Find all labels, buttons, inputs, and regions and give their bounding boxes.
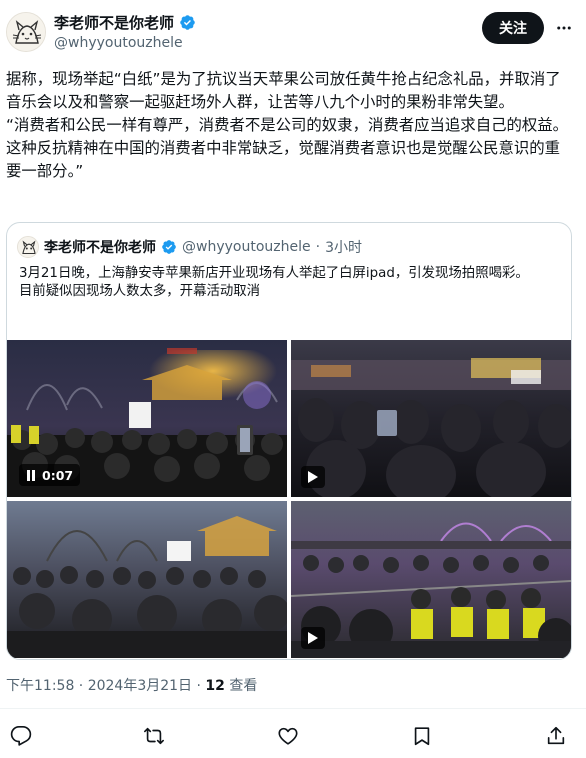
verified-badge-icon xyxy=(162,240,176,254)
actions-divider xyxy=(0,708,586,709)
like-icon[interactable] xyxy=(276,724,300,748)
tweet-paragraph: “消费者和公民一样有尊严，消费者不是公司的奴隶，消费者应当追求自己的权益。这种反… xyxy=(6,116,569,180)
video-duration: 0:07 xyxy=(42,467,74,483)
play-icon[interactable] xyxy=(301,627,325,649)
media-image-3[interactable] xyxy=(7,501,287,658)
share-icon[interactable] xyxy=(544,724,568,748)
crowd-evening-scene xyxy=(7,501,287,658)
reply-icon[interactable] xyxy=(9,724,33,748)
author-name[interactable]: 李老师不是你老师 xyxy=(54,12,174,33)
tweet-meta: 下午11:58 · 2024年3月21日 · 12 查看 xyxy=(6,675,257,695)
views-label: 查看 xyxy=(224,678,258,694)
retweet-icon[interactable] xyxy=(142,724,166,748)
media-video-4[interactable] xyxy=(291,501,571,658)
pause-icon[interactable] xyxy=(26,469,36,481)
media-video-1[interactable]: 0:07 xyxy=(7,340,287,497)
quoted-author-avatar xyxy=(17,236,39,258)
author-handle[interactable]: @whyyoutouzhele xyxy=(54,35,183,51)
separator-dot: · xyxy=(315,239,321,255)
blurred-crowd-scene xyxy=(291,340,571,497)
police-line-scene xyxy=(291,501,571,658)
play-icon[interactable] xyxy=(301,466,325,488)
verified-badge-icon xyxy=(180,14,195,30)
quoted-tweet-text: 3月21日晚，上海静安寺苹果新店开业现场有人举起了白屏ipad，引发现场拍照喝彩… xyxy=(19,265,559,301)
tweet-timestamp[interactable]: 下午11:58 · 2024年3月21日 · xyxy=(6,678,205,694)
bookmark-icon[interactable] xyxy=(410,724,434,748)
more-options-icon[interactable] xyxy=(554,16,574,40)
media-video-2[interactable] xyxy=(291,340,571,497)
quoted-author-handle: @whyyoutouzhele xyxy=(182,239,311,255)
quoted-line: 目前疑似因现场人数太多，开幕活动取消 xyxy=(19,284,261,299)
action-bar xyxy=(0,722,586,750)
video-duration-badge: 0:07 xyxy=(19,464,81,486)
quoted-author-name: 李老师不是你老师 xyxy=(44,240,156,256)
tweet-paragraph: 据称，现场举起“白纸”是为了抗议当天苹果公司放任黄牛抢占纪念礼品，并取消了音乐会… xyxy=(6,70,561,111)
quoted-tweet[interactable]: 李老师不是你老师 @whyyoutouzhele · 3小时 3月21日晚，上海… xyxy=(6,222,572,660)
quoted-tweet-header: 李老师不是你老师 @whyyoutouzhele · 3小时 xyxy=(17,235,362,259)
tweet-text: 据称，现场举起“白纸”是为了抗议当天苹果公司放任黄牛抢占纪念礼品，并取消了音乐会… xyxy=(6,68,572,183)
follow-button[interactable]: 关注 xyxy=(482,12,544,44)
author-avatar[interactable] xyxy=(6,12,46,52)
views-count: 12 xyxy=(205,678,225,694)
quoted-tweet-time: 3小时 xyxy=(325,240,362,256)
author-name-row: 李老师不是你老师 xyxy=(54,12,196,32)
media-grid: 0:07 xyxy=(7,340,571,659)
tweet-header: 李老师不是你老师 @whyyoutouzhele 关注 xyxy=(0,0,586,64)
quoted-line: 3月21日晚，上海静安寺苹果新店开业现场有人举起了白屏ipad，引发现场拍照喝彩… xyxy=(19,266,529,281)
